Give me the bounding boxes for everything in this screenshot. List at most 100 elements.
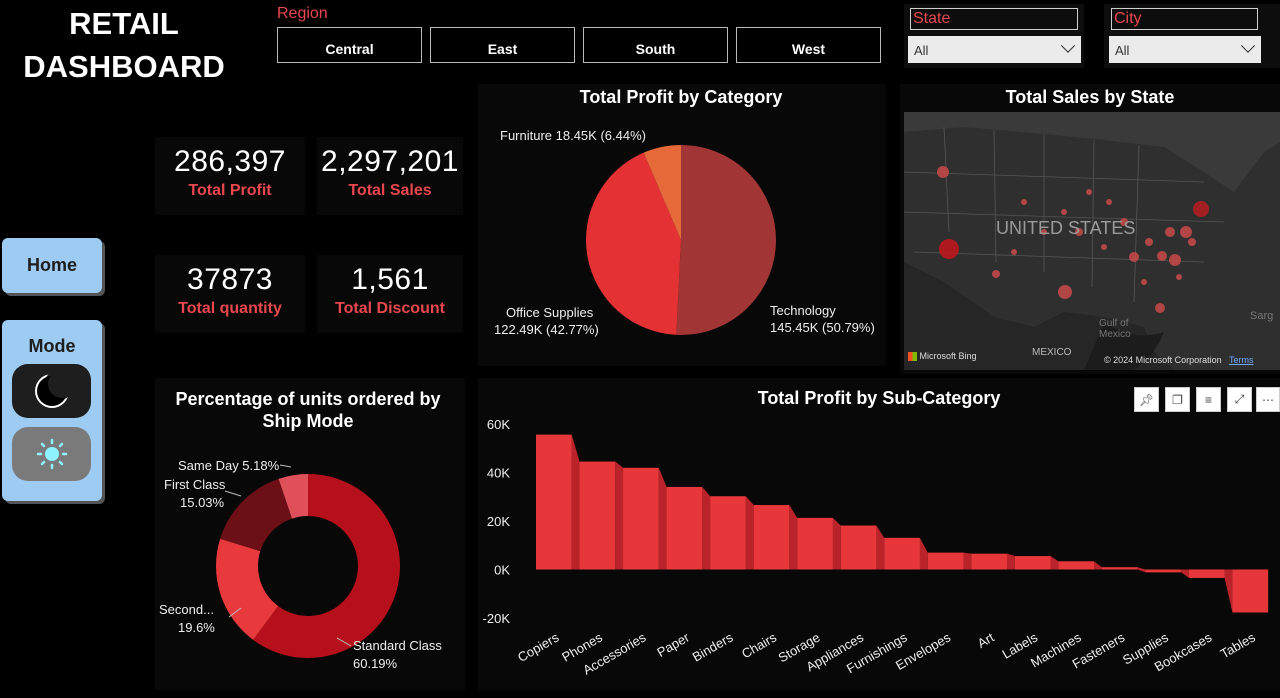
kpi-label: Total quantity [178,300,282,317]
mode-panel: Mode [2,320,102,501]
kpi-value: 2,297,201 [321,145,459,178]
kpi-label: Total Profit [188,182,272,199]
bar-connector [1137,567,1146,573]
country-label: UNITED STATES [996,218,1136,238]
region-central-button[interactable]: Central [277,27,422,63]
light-mode-button[interactable] [12,427,91,481]
x-tick-label: Tables [1218,629,1258,661]
bar-connector [789,505,798,570]
bar-connector [745,496,754,570]
chevron-down-icon [1240,38,1256,53]
bar-bookcases[interactable] [1188,569,1225,578]
bing-logo: Microsoft Bing [908,348,977,365]
first-class-label-line1: First Class [164,477,226,492]
map-terms-link[interactable]: Terms [1229,352,1254,369]
gulf-label-line1: Gulf of [1099,318,1129,329]
moon-icon [35,370,76,408]
y-tick-label: 40K [487,466,510,481]
first-class-label-line2: 15.03% [180,495,225,510]
bar-connector [919,537,928,570]
bar-connector [658,467,667,570]
bar-chairs[interactable] [753,505,790,570]
bar-binders[interactable] [710,496,746,570]
bar-accessories[interactable] [623,467,659,570]
y-tick-label: 20K [487,514,510,529]
kpi-total-quantity: 37873 Total quantity [155,255,305,333]
tech-label-line1: Technology [770,303,836,318]
home-button[interactable]: Home [2,238,102,293]
x-tick-label: Binders [690,629,736,664]
bar-connector [963,552,972,570]
sales-map[interactable]: UNITED STATES MEXICO Gulf of Mexico Sarg… [904,112,1280,370]
bar-storage[interactable] [797,517,833,570]
bar-copiers[interactable] [536,434,572,570]
x-tick-label: Copiers [515,629,562,665]
office-label-line2: 122.49K (42.77%) [494,322,599,337]
bar-art[interactable] [971,553,1007,570]
same-day-leader-line [279,464,292,468]
bar-supplies[interactable] [1145,569,1182,573]
bar-fasteners[interactable] [1101,567,1138,570]
region-east-button[interactable]: East [430,27,575,63]
state-dropdown[interactable]: All [908,36,1081,63]
bar-envelopes[interactable] [927,552,964,570]
kpi-total-sales: 2,297,201 Total Sales [317,137,463,215]
region-west-button[interactable]: West [736,27,881,63]
region-south-button[interactable]: South [583,27,728,63]
bar-connector [1006,553,1015,570]
microsoft-logo-icon [908,352,917,362]
bar-appliances[interactable] [840,525,877,570]
bar-furnishings[interactable] [884,537,920,570]
donut-slice-first-class[interactable] [220,478,293,552]
bar-machines[interactable] [1058,561,1095,570]
kpi-total-discount: 1,561 Total Discount [317,255,463,333]
bar-tables[interactable] [1232,569,1269,613]
city-label: City [1111,8,1258,30]
x-tick-label: Paper [654,629,692,660]
sargasso-label: Sarg [1250,310,1274,322]
kpi-value: 37873 [187,263,273,296]
state-label: State [910,8,1078,30]
gulf-label: Gulf of Mexico [1099,318,1131,340]
title-line-2: DASHBOARD [23,49,225,84]
city-dropdown[interactable]: All [1109,36,1261,63]
furniture-label: Furniture 18.45K (6.44%) [500,128,646,143]
standard-label-line2: 60.19% [353,656,398,671]
bar-connector [615,461,624,570]
dark-mode-button[interactable] [12,364,91,418]
bar-connector [1050,556,1059,570]
region-label: Region [277,5,328,22]
y-tick-label: 60K [487,417,510,432]
standard-label-line1: Standard Class [353,638,442,653]
bar-connector [571,434,580,570]
office-label-line1: Office Supplies [506,305,594,320]
x-tick-label: Chairs [739,629,779,661]
kpi-label: Total Discount [335,300,445,317]
bar-connector [702,486,711,570]
bar-connector [832,517,841,570]
title-line-1: RETAIL [69,6,179,41]
x-tick-label: Art [975,629,997,650]
same-day-label: Same Day 5.18% [178,458,280,473]
map-copyright: © 2024 Microsoft Corporation [1104,355,1222,365]
bar-phones[interactable] [579,461,616,570]
first-class-leader-line [224,490,242,497]
city-value: All [1115,43,1130,58]
bar-paper[interactable] [666,486,703,570]
map-title: Total Sales by State [1005,87,1175,107]
sun-icon [36,438,68,470]
bar-labels[interactable] [1014,556,1051,570]
kpi-total-profit: 286,397 Total Profit [155,137,305,215]
pie-slice-technology[interactable] [676,145,776,335]
bar-connector [1181,569,1189,578]
y-tick-label: 0K [494,563,510,578]
kpi-value: 286,397 [174,145,286,178]
kpi-value: 1,561 [351,263,429,296]
y-tick-label: -20K [483,611,511,626]
mode-label: Mode [28,336,76,356]
state-value: All [914,43,929,58]
us-map-graphic [904,112,1280,370]
mexico-label: MEXICO [1032,347,1072,358]
gulf-label-line2: Mexico [1099,329,1131,340]
dashboard-title: RETAIL DASHBOARD [10,2,238,88]
